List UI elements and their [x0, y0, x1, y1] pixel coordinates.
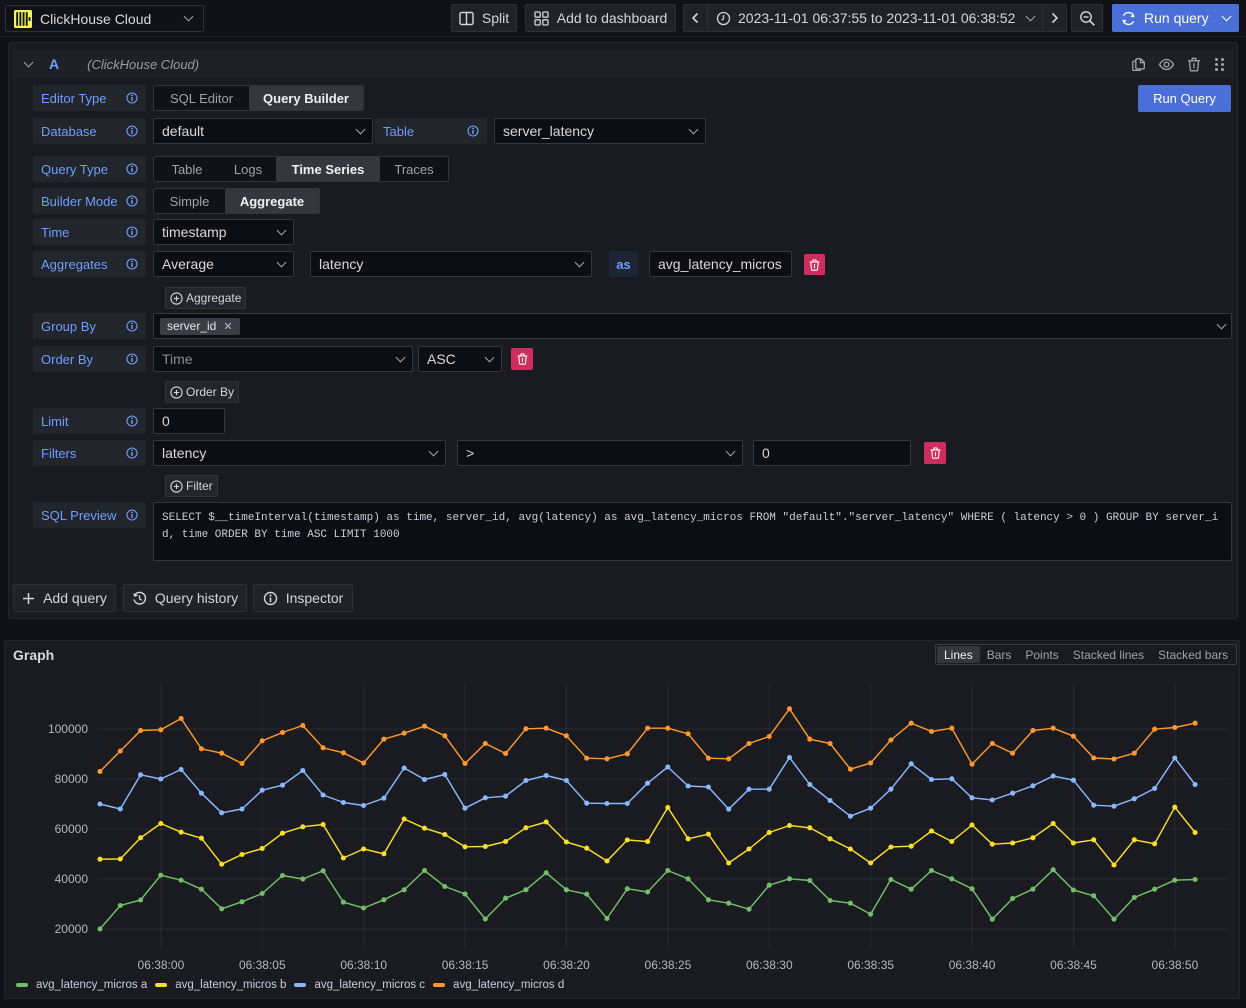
svg-text:06:38:40: 06:38:40	[949, 958, 996, 972]
svg-text:60000: 60000	[55, 822, 89, 836]
svg-text:80000: 80000	[55, 772, 89, 786]
svg-text:06:38:15: 06:38:15	[442, 958, 489, 972]
svg-text:06:38:25: 06:38:25	[645, 958, 692, 972]
svg-text:06:38:10: 06:38:10	[340, 958, 387, 972]
svg-text:06:38:30: 06:38:30	[746, 958, 793, 972]
svg-text:06:38:05: 06:38:05	[239, 958, 286, 972]
svg-text:40000: 40000	[55, 872, 89, 886]
svg-text:06:38:20: 06:38:20	[543, 958, 590, 972]
svg-text:06:38:35: 06:38:35	[847, 958, 894, 972]
svg-text:06:38:45: 06:38:45	[1050, 958, 1097, 972]
svg-text:06:38:50: 06:38:50	[1152, 958, 1199, 972]
svg-text:06:38:00: 06:38:00	[138, 958, 185, 972]
svg-text:20000: 20000	[55, 922, 89, 936]
svg-text:100000: 100000	[48, 722, 88, 736]
